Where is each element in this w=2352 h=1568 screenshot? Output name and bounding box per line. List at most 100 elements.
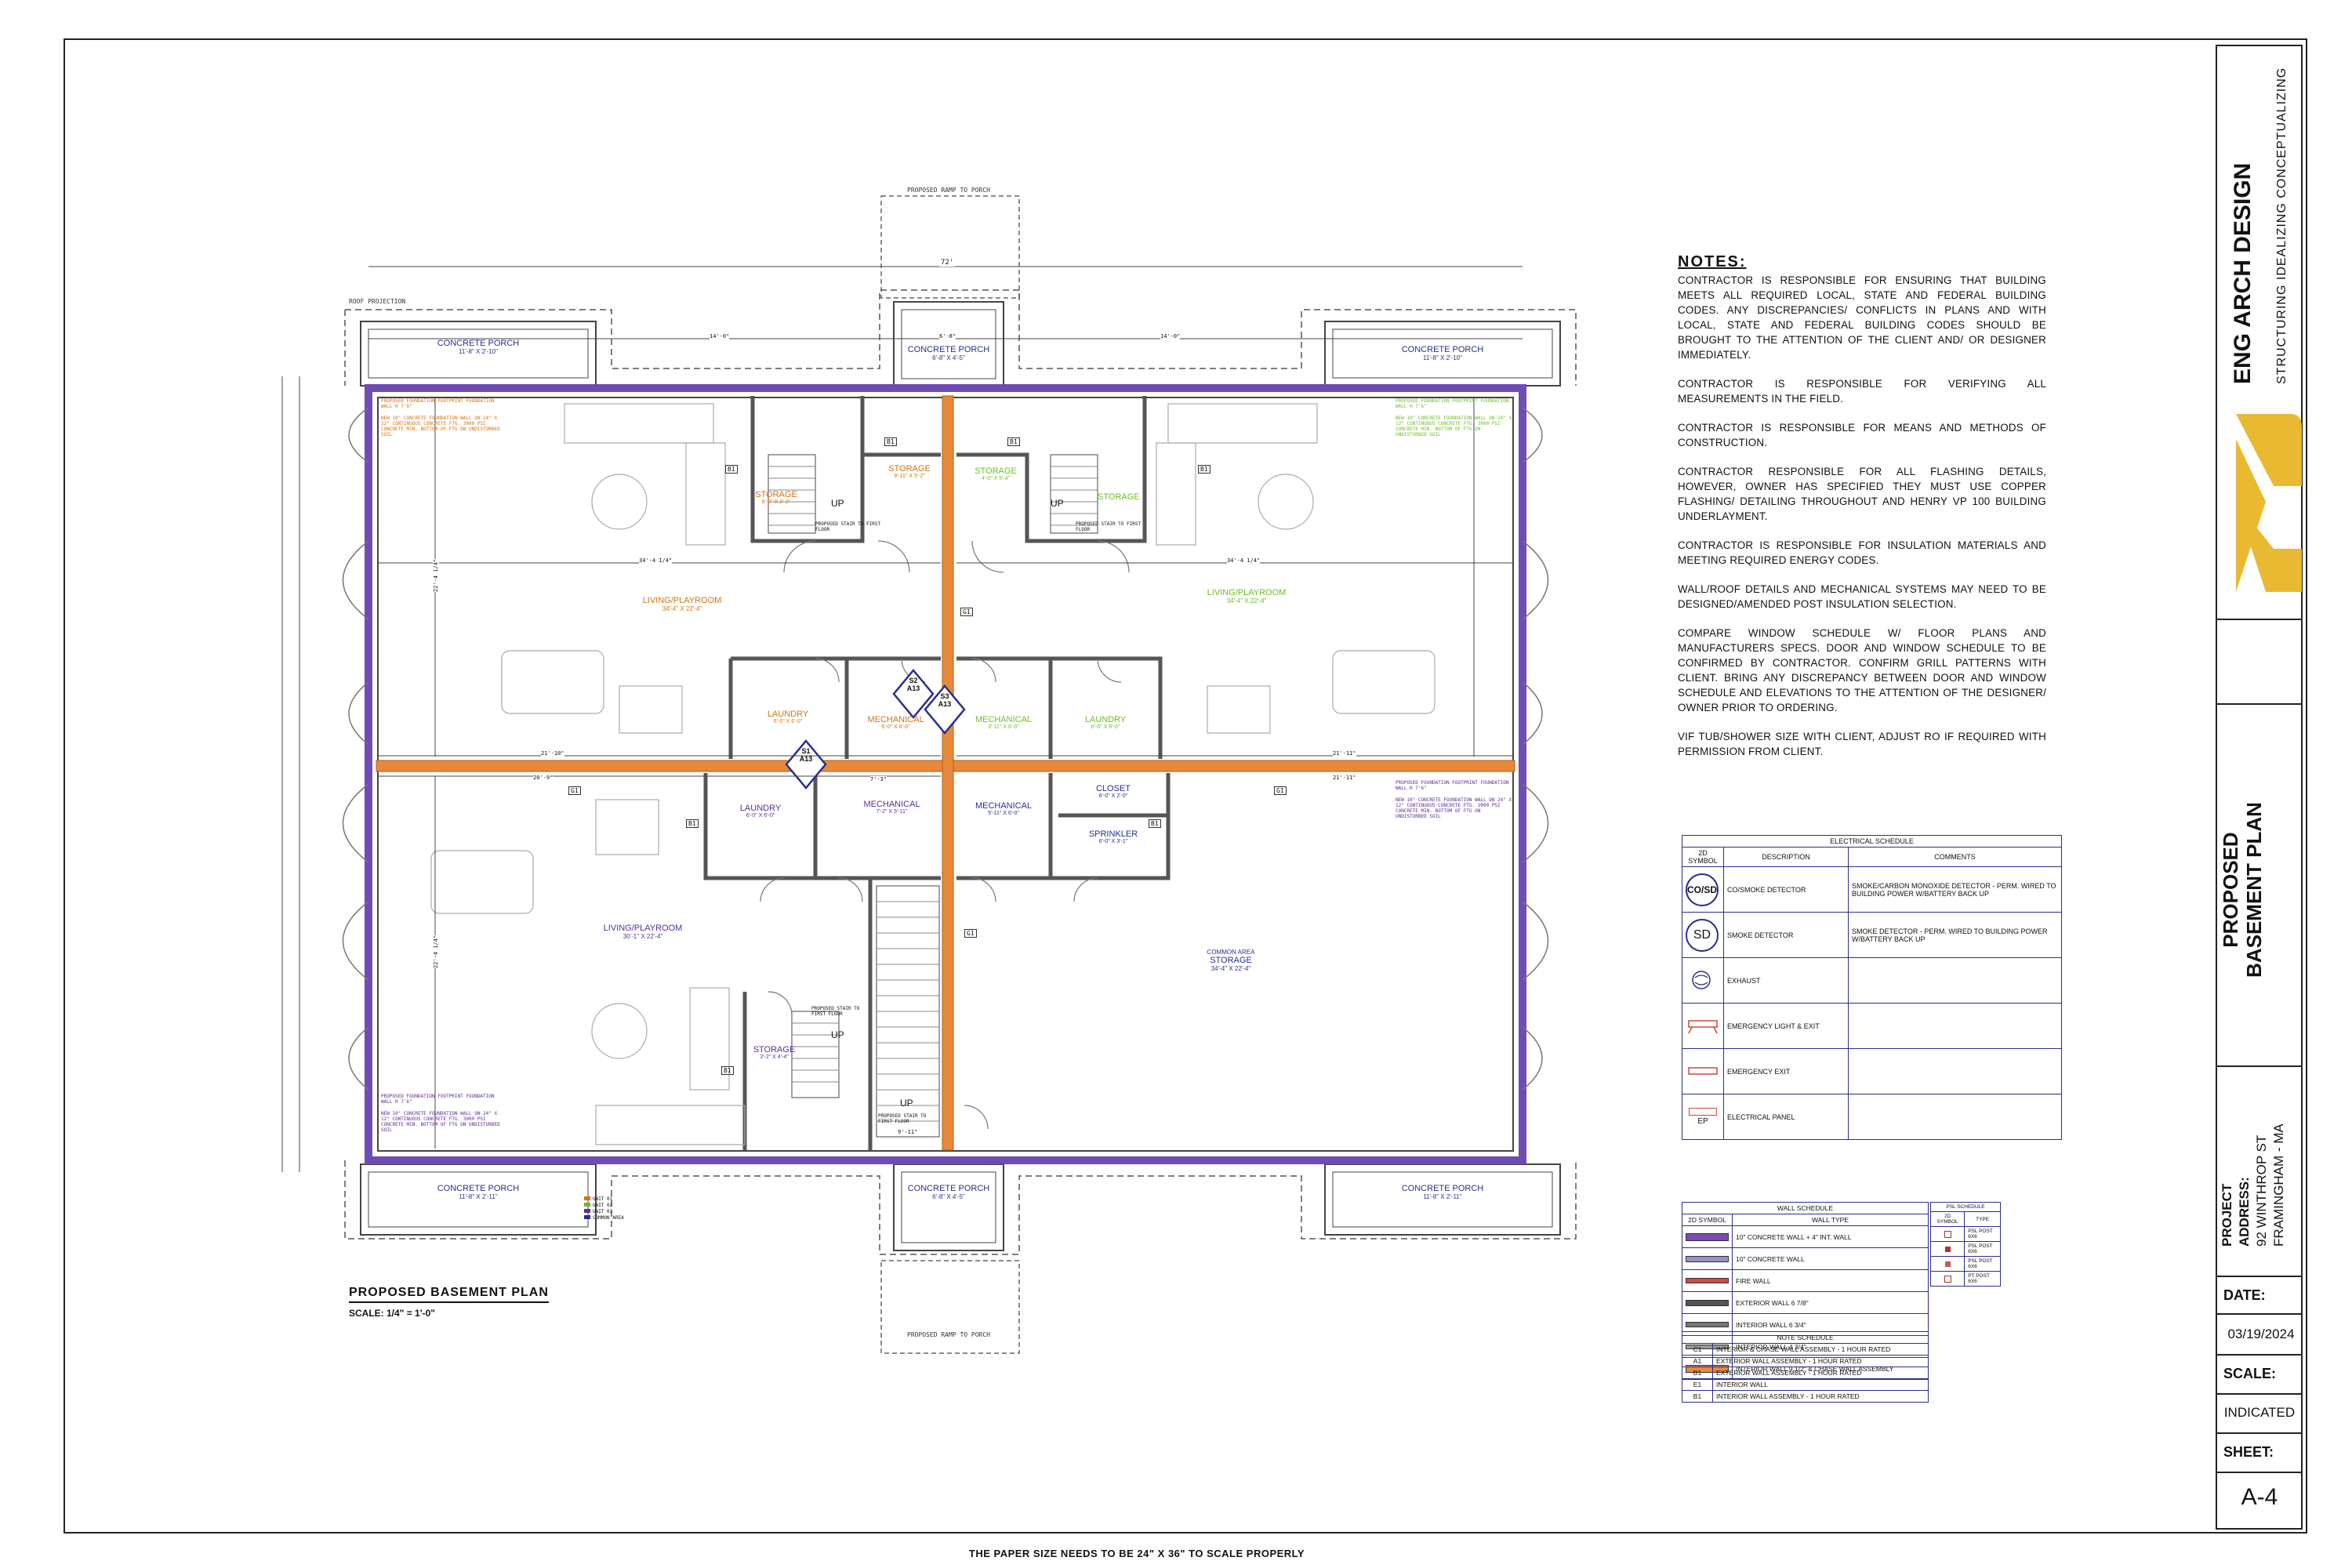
room-size: 5'-11" X 6'-0" — [988, 811, 1019, 816]
room-size: 3'-2" X 4'-4" — [760, 1054, 789, 1060]
psl-type: PSL POST 6x6 — [1964, 1256, 2001, 1272]
table-row: B1 INTERIOR WALL ASSEMBLY - 1 HOUR RATED — [1682, 1390, 1929, 1403]
ramp-top-label: PROPOSED RAMP TO PORCH — [907, 187, 990, 194]
project-label: PROJECT — [2220, 1183, 2234, 1247]
post-icon — [1929, 1241, 1965, 1257]
room-name: SPRINKLER — [1088, 829, 1138, 839]
legend-item: COMMON AREA — [584, 1215, 624, 1221]
table-row: FIRE WALL — [1682, 1269, 1929, 1292]
overall-width-dim: 72' — [939, 259, 956, 267]
note-tag: C1 — [1682, 1343, 1713, 1356]
post-icon — [1929, 1271, 1965, 1287]
room-size: 4'-0" X 5'-4" — [981, 476, 1011, 481]
note-text: EXTERIOR WALL ASSEMBLY - 1 HOUR RATED — [1712, 1355, 1929, 1367]
symbol-text: CO/SD — [1686, 873, 1719, 906]
porch-top-middle — [893, 301, 1004, 387]
legend-label: UNIT 03 — [593, 1209, 613, 1214]
foundation-note-b: NEW 10" CONCRETE FOUNDATION WALL ON 24" … — [381, 1111, 500, 1133]
room-size: 6'-0" X 6'-0" — [881, 724, 910, 730]
section-num: S2 — [909, 677, 918, 684]
room-name: STORAGE — [753, 1045, 796, 1054]
sheet-title: PROPOSED BASEMENT PLAN — [2219, 760, 2266, 1019]
ramp-bottom — [880, 1260, 1020, 1354]
note-tag: A1 — [1682, 1355, 1713, 1367]
room-name: LIVING/PLAYROOM — [642, 596, 722, 605]
schedule-comment — [1848, 1094, 2062, 1140]
schedule-desc: SMOKE DETECTOR — [1723, 912, 1849, 958]
firm-tagline: STRUCTURING IDEALIZING CONCEPTUALIZING — [2275, 67, 2288, 384]
note-text: INTERIOR WALL — [1712, 1378, 1929, 1391]
porch-name: CONCRETE PORCH — [1401, 345, 1484, 354]
wall-type: 10" CONCRETE WALL — [1732, 1247, 1929, 1270]
stair-note: PROPOSED STAIR TO FIRST FLOOR — [811, 1006, 860, 1017]
note-tag: E1 — [1682, 1378, 1713, 1391]
dim-label: 14'-0" — [1160, 333, 1181, 339]
common-area-label: COMMON AREA — [1207, 949, 1255, 956]
wall-tag: B1 — [884, 437, 897, 446]
chase-wall-vertical — [942, 395, 954, 1151]
dim-label: 22'-4 1/4" — [433, 935, 440, 969]
floor-plan — [281, 195, 1577, 1354]
section-num: S3 — [940, 692, 949, 700]
dim-label: 21'-10" — [541, 750, 564, 757]
wall-type: EXTERIOR WALL 6 7/8" — [1732, 1291, 1929, 1314]
legend-swatch — [584, 1209, 590, 1213]
legend-swatch — [584, 1196, 590, 1200]
room-name: STORAGE — [755, 490, 797, 499]
section-sheet: A13 — [906, 684, 920, 692]
emergency-exit-icon — [1682, 1048, 1724, 1094]
note-item: COMPARE WINDOW SCHEDULE W/ FLOOR PLANS A… — [1678, 627, 2046, 713]
porch-size: 11'-8" X 2'-10" — [459, 348, 498, 355]
general-notes: NOTES: CONTRACTOR IS RESPONSIBLE FOR ENS… — [1678, 254, 2046, 773]
porch-name: CONCRETE PORCH — [1401, 1184, 1484, 1193]
note-item: CONTRACTOR RESPONSIBLE FOR ALL FLASHING … — [1678, 466, 2046, 522]
dim-label: 34'-4 1/4" — [639, 557, 673, 564]
porch-name: CONCRETE PORCH — [437, 1184, 520, 1193]
psl-type: PSL POST 6x6 — [1964, 1241, 2001, 1257]
room-name: MECHANICAL — [863, 800, 920, 809]
note-schedule: NOTE SCHEDULE C1 INTERIOR & CHASE WALL AS… — [1682, 1331, 1929, 1403]
foundation-note: PROPOSED FOUNDATION FOOTPRINT FOUNDATION… — [381, 1094, 506, 1133]
room-size: 34'-4" X 22'-4" — [1210, 965, 1251, 972]
note-item: CONTRACTOR IS RESPONSIBLE FOR ENSURING T… — [1678, 274, 2046, 361]
schedule-title: NOTE SCHEDULE — [1682, 1331, 1929, 1344]
schedule-header: DESCRIPTION — [1723, 847, 1849, 867]
room-size: 9'-11" X 5'-2" — [894, 474, 925, 479]
schedule-desc: EMERGENCY EXIT — [1723, 1048, 1849, 1094]
table-row: EP ELECTRICAL PANEL — [1682, 1094, 2062, 1140]
table-row: 10" CONCRETE WALL + 4" INT. WALL — [1682, 1225, 1929, 1248]
wall-symbol — [1682, 1225, 1733, 1248]
wall-symbol — [1682, 1247, 1733, 1270]
table-row: EXTERIOR WALL 6 7/8" — [1682, 1291, 1929, 1314]
exhaust-fan-icon — [1682, 957, 1724, 1004]
electrical-schedule: ELECTRICAL SCHEDULE 2D SYMBOL DESCRIPTIO… — [1682, 835, 2062, 1140]
dim-label: 14'-0" — [710, 333, 730, 339]
sheet-title-line-2: BASEMENT PLAN — [2242, 802, 2266, 978]
room-size: 6'-0" X 2'-0" — [1098, 793, 1128, 799]
porch-size: 6'-8" X 4'-5" — [932, 354, 965, 361]
foundation-note-a: PROPOSED FOUNDATION FOOTPRINT FOUNDATION… — [1396, 780, 1509, 791]
co-smoke-detector-icon: CO/SD — [1682, 866, 1724, 913]
room-size: 7'-2" X 5'-11" — [876, 809, 908, 815]
room-name: LAUNDRY — [1084, 715, 1127, 724]
schedule-title: ELECTRICAL SCHEDULE — [1682, 835, 2062, 848]
schedule-desc: EXHAUST — [1723, 957, 1849, 1004]
schedule-comment — [1848, 957, 2062, 1004]
foundation-note-b: NEW 10" CONCRETE FOUNDATION WALL ON 24" … — [381, 416, 500, 437]
table-row: 10" CONCRETE WALL — [1682, 1247, 1929, 1270]
wall-tag: B1 — [721, 1066, 734, 1075]
legend-swatch — [584, 1203, 590, 1207]
smoke-detector-icon: SD — [1682, 912, 1724, 958]
foundation-note-a: PROPOSED FOUNDATION FOOTPRINT FOUNDATION… — [1396, 398, 1509, 409]
address-line: FRAMINGHAM - MA — [2271, 1123, 2286, 1247]
schedule-header: 2D SYMBOL — [1682, 1214, 1733, 1226]
room-size: 6'-0" X 6'-0" — [1091, 724, 1120, 730]
schedule-desc: ELECTRICAL PANEL — [1723, 1094, 1849, 1140]
porch-name: CONCRETE PORCH — [907, 345, 990, 354]
wall-tag: B1 — [1149, 819, 1161, 828]
room-name: UP — [1051, 498, 1064, 509]
project-label: ADDRESS: — [2237, 1177, 2252, 1247]
project-address-block: PROJECT ADDRESS: 92 WINTHROP ST FRAMINGH… — [2219, 1090, 2288, 1247]
schedule-header: COMMENTS — [1848, 847, 2062, 867]
sheet-label: SHEET: — [2223, 1444, 2274, 1460]
